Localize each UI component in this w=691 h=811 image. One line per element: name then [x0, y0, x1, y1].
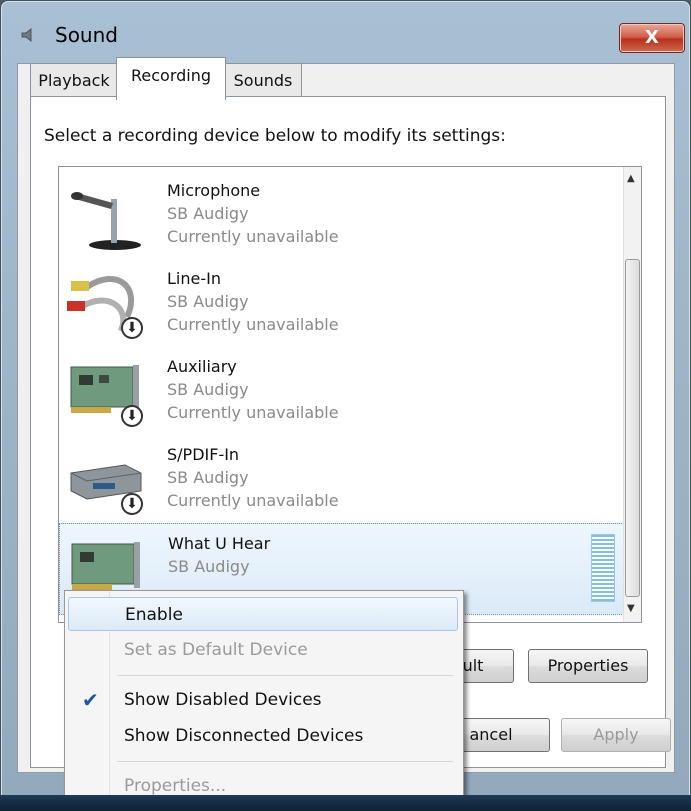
window-title: Sound: [55, 23, 118, 47]
device-item-microphone[interactable]: Microphone SB Audigy Currently unavailab…: [59, 171, 624, 259]
menu-separator: [117, 761, 453, 762]
menu-item-enable[interactable]: Enable: [68, 597, 458, 631]
menu-item-show-disabled[interactable]: ✔ Show Disabled Devices: [68, 683, 458, 717]
tab-sounds[interactable]: Sounds: [224, 63, 302, 98]
device-item-spdif-in[interactable]: ⬇ S/PDIF-In SB Audigy Currently unavaila…: [59, 435, 624, 523]
microphone-icon: [67, 179, 147, 251]
arrow-down-icon: ⬇: [121, 405, 143, 427]
device-name: S/PDIF-In: [167, 445, 240, 464]
device-status: Currently unavailable: [167, 315, 339, 334]
device-item-auxiliary[interactable]: ⬇ Auxiliary SB Audigy Currently unavaila…: [59, 347, 624, 435]
context-menu: Enable Set as Default Device ✔ Show Disa…: [64, 590, 464, 810]
tab-recording[interactable]: Recording: [116, 57, 226, 100]
menu-item-set-default[interactable]: Set as Default Device: [68, 633, 458, 667]
properties-button-label: Properties: [547, 656, 629, 675]
scroll-down-icon[interactable]: ▼: [627, 603, 635, 614]
speaker-icon: [19, 25, 39, 45]
taskbar: [0, 795, 691, 811]
vertical-scrollbar[interactable]: ▲ ▼: [623, 167, 641, 622]
device-status: Currently unavailable: [167, 227, 339, 246]
device-driver: SB Audigy: [167, 468, 249, 487]
device-driver: SB Audigy: [168, 557, 250, 576]
menu-separator: [117, 675, 453, 676]
close-button[interactable]: X: [619, 23, 685, 53]
device-driver: SB Audigy: [167, 380, 249, 399]
device-name: What U Hear: [168, 534, 271, 553]
arrow-down-icon: ⬇: [121, 317, 143, 339]
device-name: Auxiliary: [167, 357, 237, 376]
arrow-down-icon: ⬇: [121, 493, 143, 515]
device-item-line-in[interactable]: ⬇ Line-In SB Audigy Currently unavailabl…: [59, 259, 624, 347]
scrollbar-thumb[interactable]: [625, 259, 640, 597]
tab-playback[interactable]: Playback: [30, 63, 118, 98]
device-driver: SB Audigy: [167, 204, 249, 223]
scroll-up-icon[interactable]: ▲: [627, 173, 635, 184]
menu-item-label: Enable: [125, 605, 183, 625]
device-status: Currently unavailable: [167, 403, 339, 422]
device-name: Microphone: [167, 181, 261, 200]
device-status: Currently unavailable: [167, 491, 339, 510]
menu-item-label: Show Disconnected Devices: [124, 726, 364, 746]
level-meter: [591, 534, 615, 602]
instruction-text: Select a recording device below to modif…: [44, 126, 506, 146]
apply-button[interactable]: Apply: [561, 718, 671, 752]
menu-item-show-disconnected[interactable]: Show Disconnected Devices: [68, 719, 458, 753]
title-bar[interactable]: Sound X: [11, 15, 685, 55]
properties-button[interactable]: Properties: [528, 649, 648, 683]
device-driver: SB Audigy: [167, 292, 249, 311]
checkmark-icon: ✔: [82, 688, 99, 712]
device-list[interactable]: Microphone SB Audigy Currently unavailab…: [58, 166, 642, 623]
device-name: Line-In: [167, 269, 221, 288]
menu-item-label: Set as Default Device: [124, 640, 308, 660]
menu-item-label: Show Disabled Devices: [124, 690, 322, 710]
